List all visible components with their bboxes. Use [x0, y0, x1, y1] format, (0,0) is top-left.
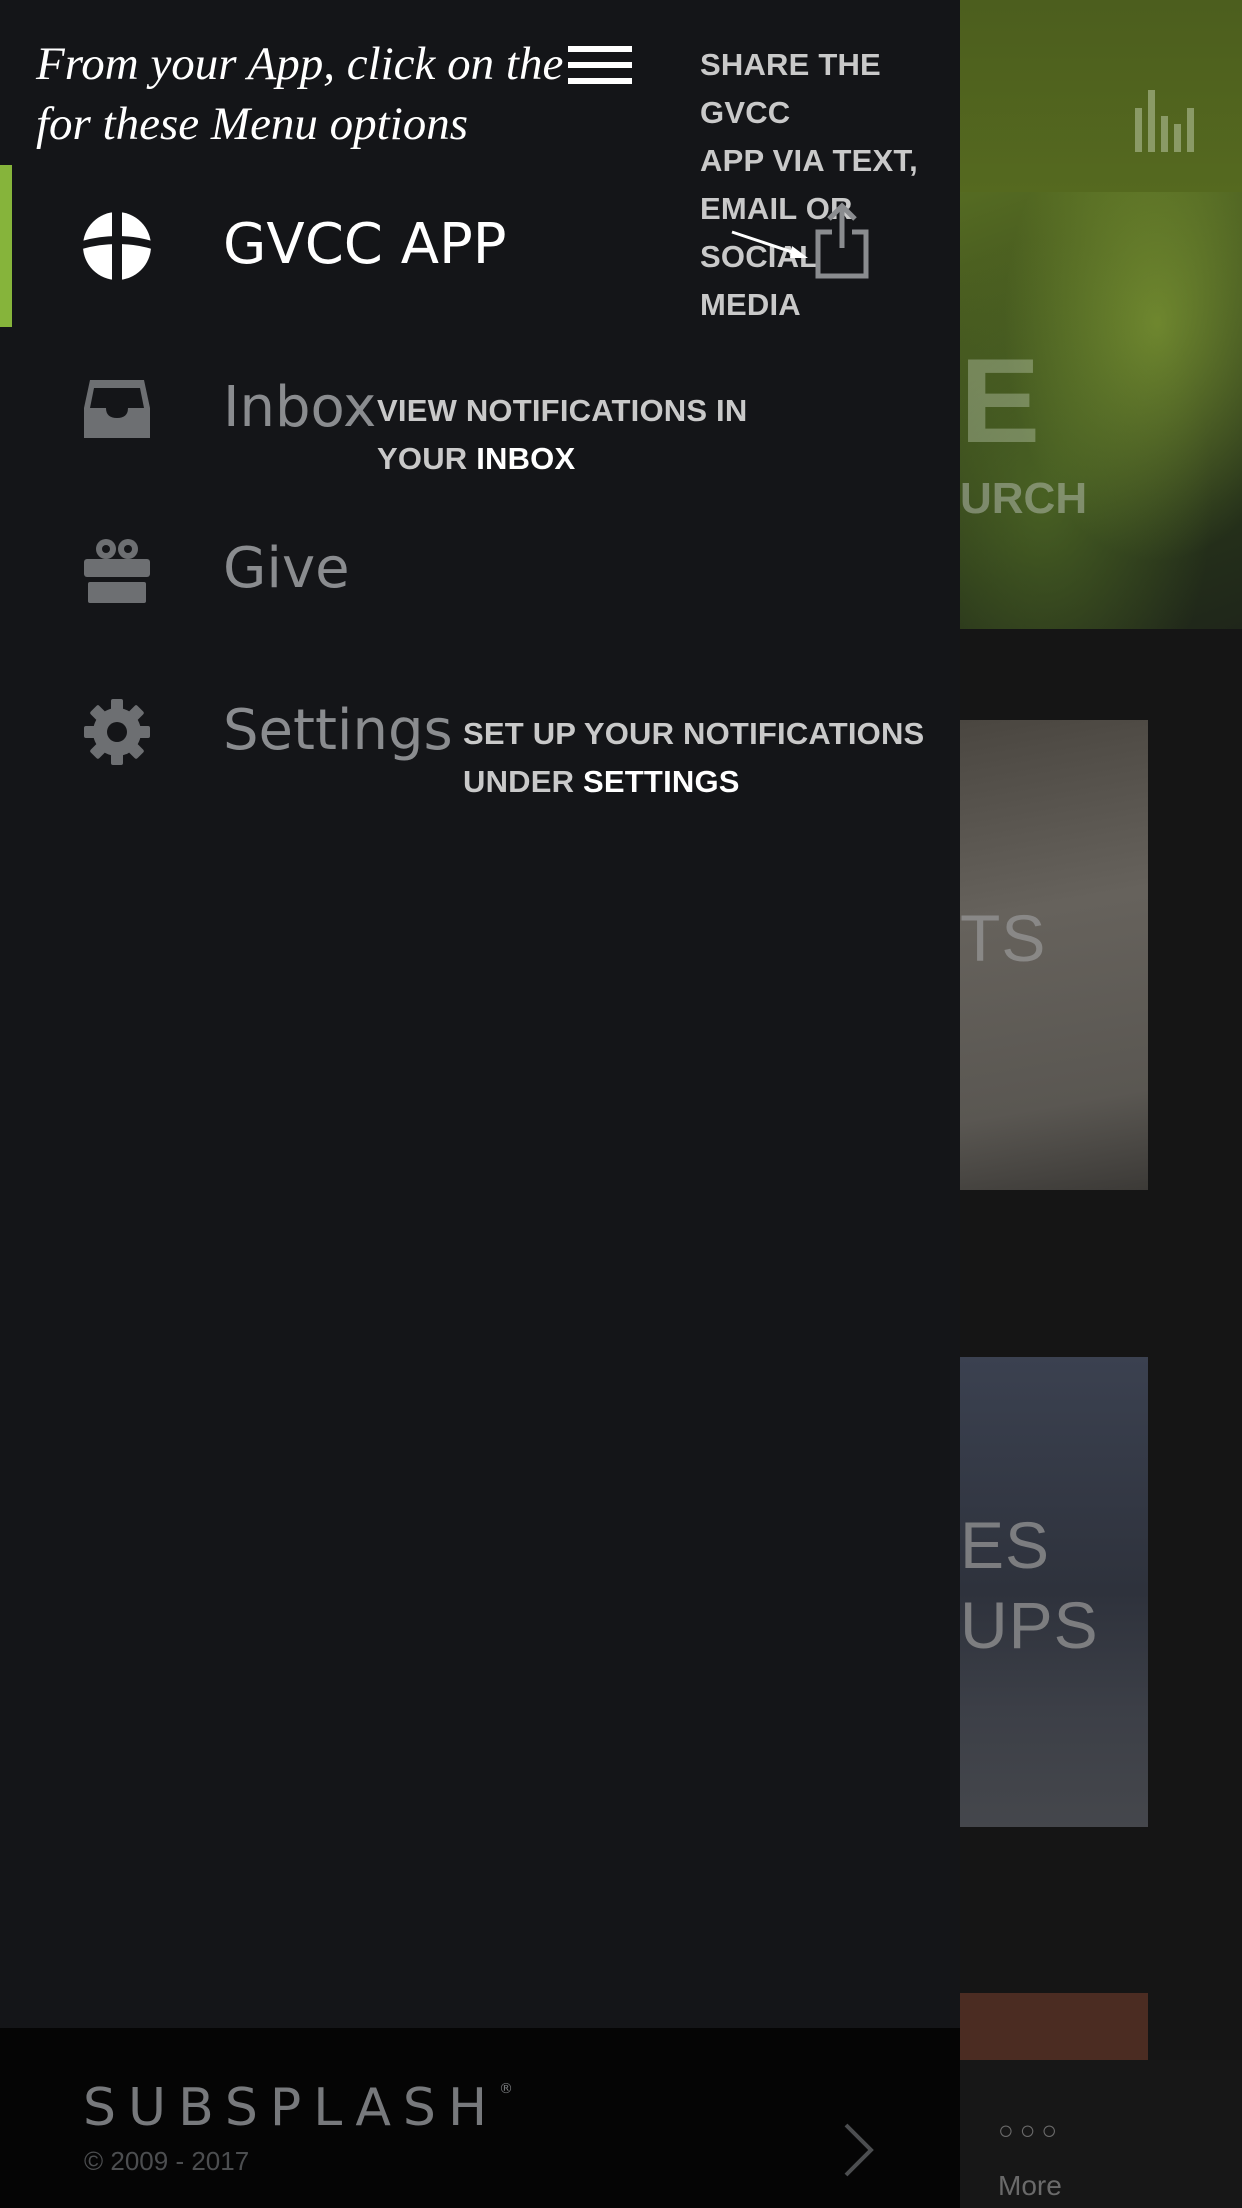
gear-icon [84, 699, 150, 765]
partial-card[interactable] [960, 1993, 1148, 2063]
more-icon[interactable]: ○○○ [998, 2115, 1063, 2146]
groups-card-title-line1: ES [960, 1508, 1051, 1582]
copyright-text: © 2009 - 2017 [84, 2146, 250, 2176]
menu-item-label: GVCC APP [223, 212, 507, 277]
inbox-callout: VIEW NOTIFICATIONS IN YOUR INBOX [377, 387, 747, 483]
hero-subtitle: URCH [960, 474, 1088, 523]
tip-caption-line2: for these Menu options [36, 98, 469, 150]
settings-callout-emphasis: SETTINGS [583, 764, 740, 799]
groups-card[interactable]: ES UPS [960, 1357, 1148, 1827]
more-tab-label[interactable]: More [998, 2170, 1062, 2202]
hero-banner[interactable]: E URCH [960, 192, 1242, 629]
inbox-tray-icon [84, 380, 150, 438]
menu-item-label: Settings [223, 698, 453, 763]
church-logo-icon [82, 211, 152, 281]
hero-title: E [960, 334, 1040, 468]
tab-bar: ○○○ More [960, 2060, 1242, 2208]
active-indicator [0, 165, 12, 327]
registered-mark: ® [499, 2080, 514, 2097]
menu-item-give[interactable]: Give [0, 489, 960, 651]
groups-card-title-line2: UPS [960, 1588, 1099, 1662]
settings-callout: SET UP YOUR NOTIFICATIONS UNDER SETTINGS [463, 710, 924, 806]
app-header [960, 0, 1242, 192]
gift-icon [84, 539, 150, 603]
subsplash-logo: SUBSPLASH® [83, 2078, 513, 2138]
stats-icon[interactable] [1135, 90, 1195, 152]
tip-caption-line1: From your App, click on the [36, 38, 564, 90]
menu-item-label: Inbox [223, 375, 377, 440]
drawer-footer[interactable]: SUBSPLASH® © 2009 - 2017 [0, 2028, 960, 2208]
events-card[interactable]: TS [960, 720, 1148, 1190]
inbox-callout-emphasis: INBOX [476, 441, 576, 476]
chevron-right-icon[interactable] [842, 2121, 876, 2179]
events-card-title: TS [960, 901, 1047, 975]
side-drawer: From your App, click on the for these Me… [0, 0, 960, 2208]
brand-name: SUBSPLASH [83, 2078, 500, 2138]
background-app: E URCH TS ES UPS ○○○ More [960, 0, 1242, 2208]
hamburger-menu-icon [568, 46, 632, 84]
menu-item-gvcc-app[interactable]: GVCC APP [0, 165, 960, 327]
menu-item-label: Give [223, 536, 350, 601]
tip-caption: From your App, click on the for these Me… [36, 34, 563, 154]
